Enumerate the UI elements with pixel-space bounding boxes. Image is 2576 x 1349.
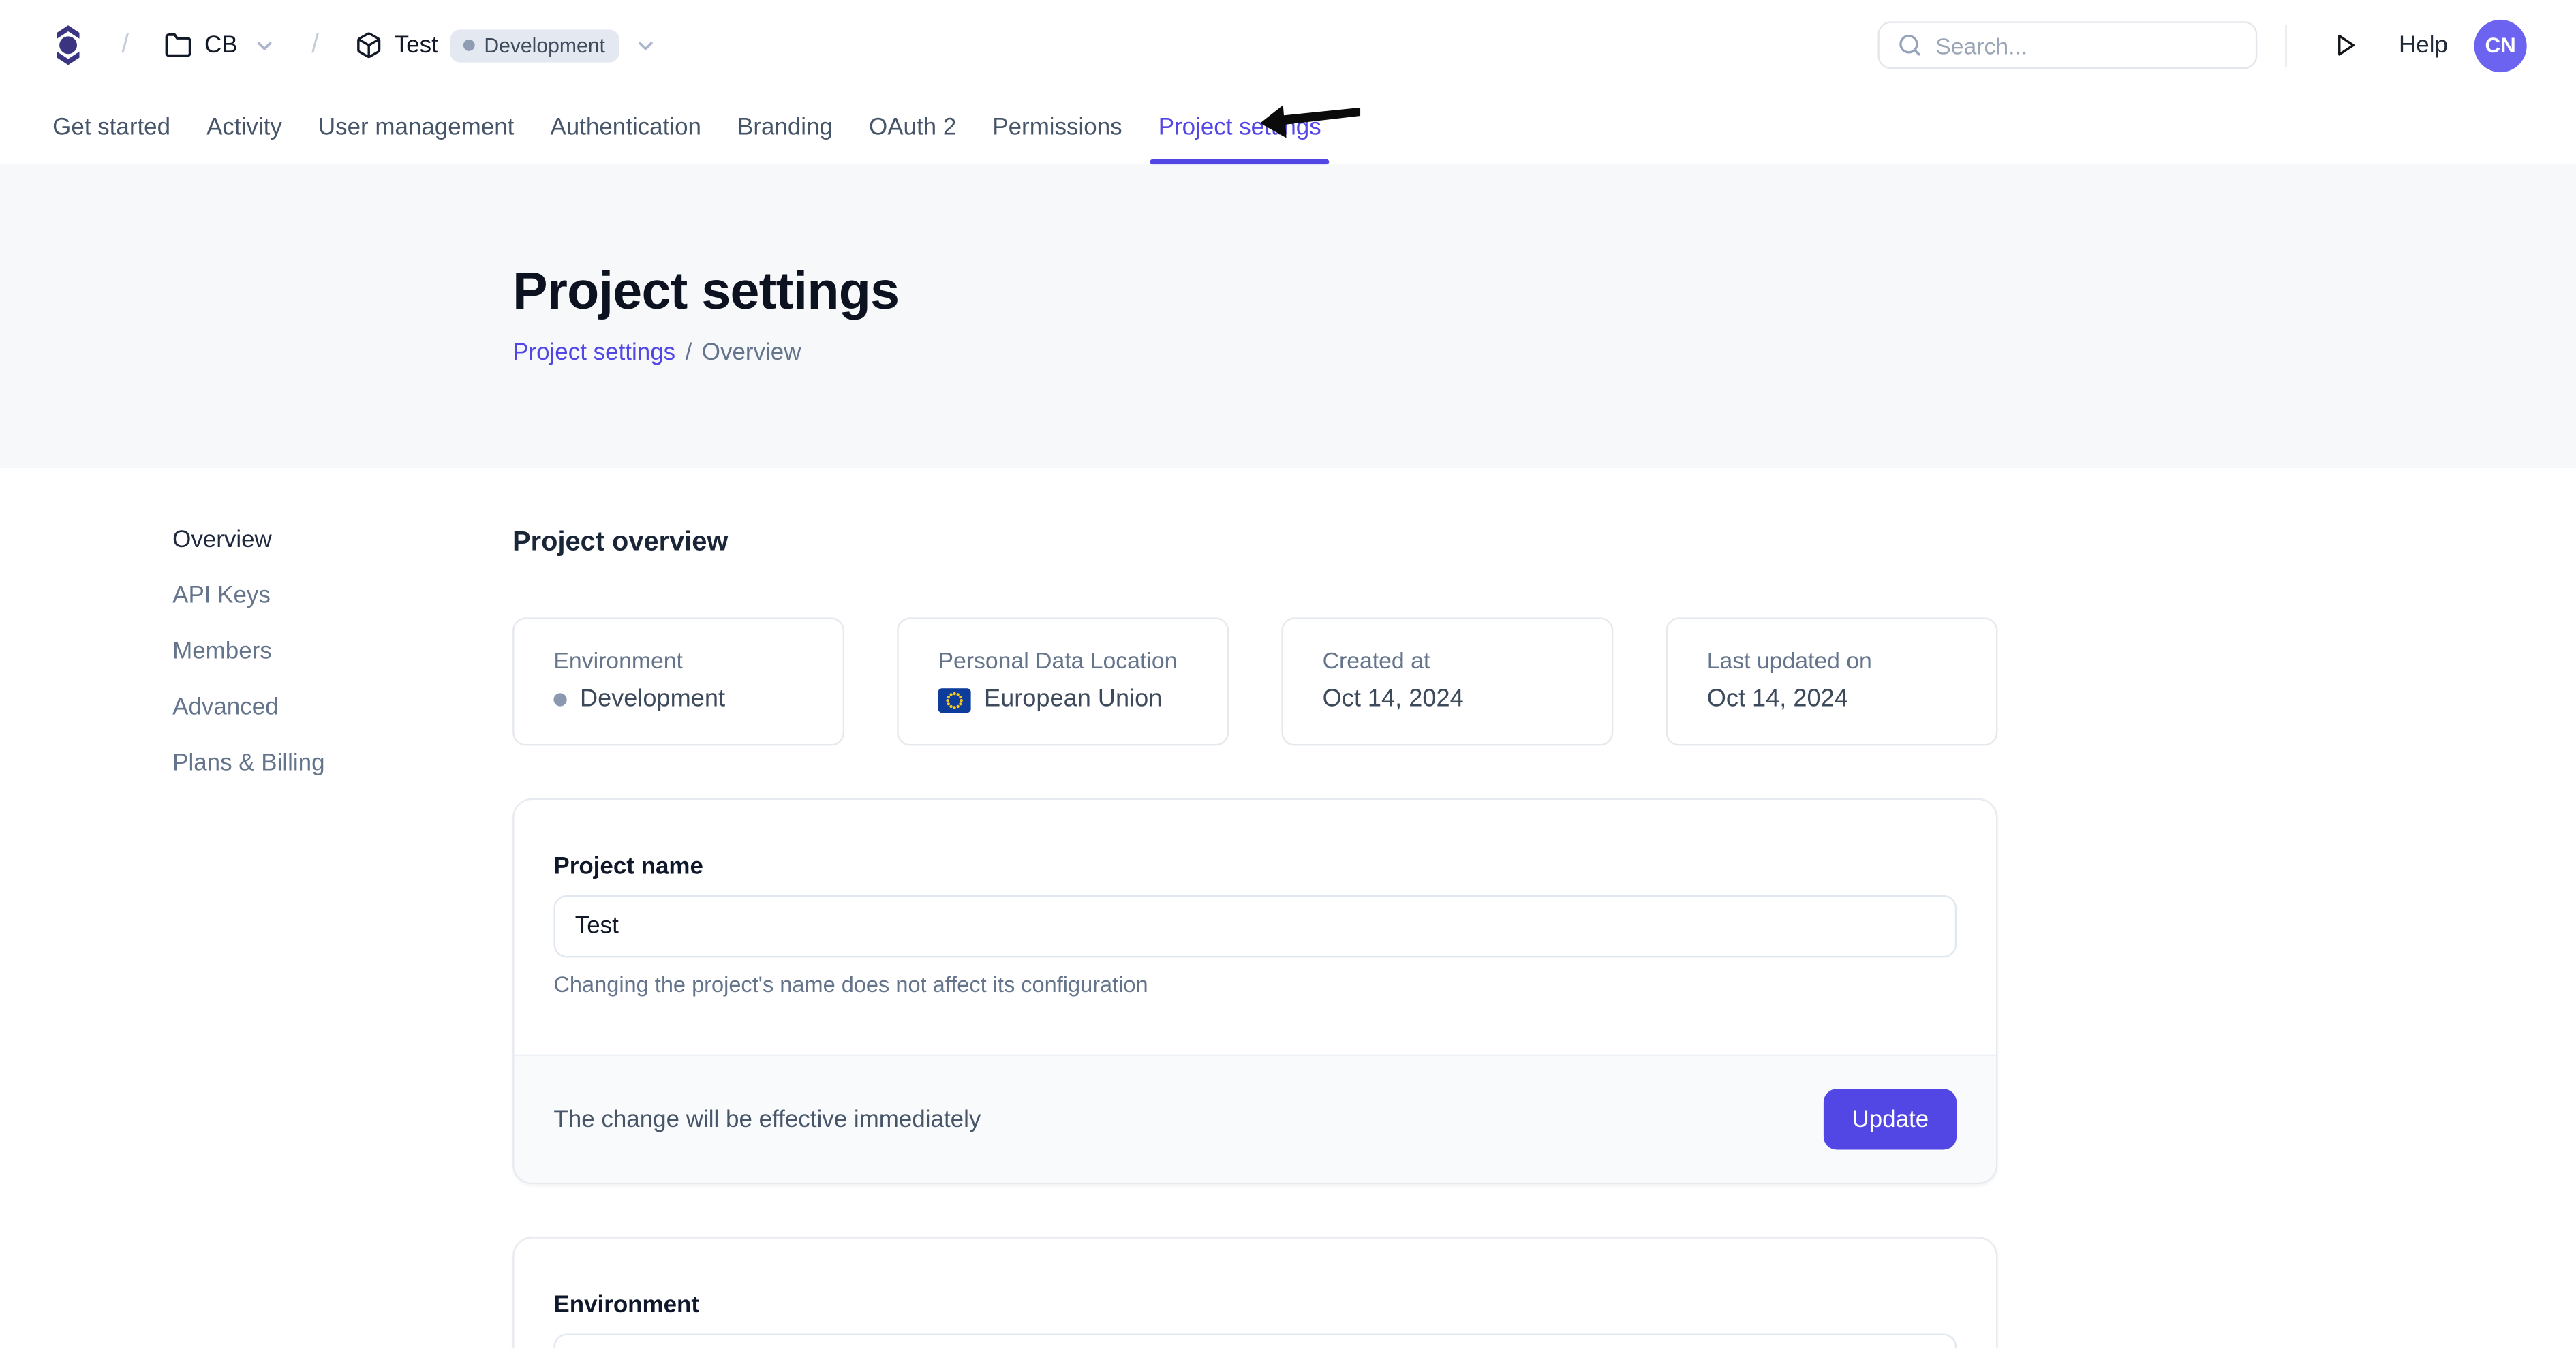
info-card-label: Environment	[553, 649, 803, 673]
section-title: Project overview	[512, 527, 1997, 559]
status-dot-icon	[463, 40, 474, 51]
environment-badge-label: Development	[484, 33, 605, 57]
breadcrumb-separator: /	[686, 340, 692, 367]
info-card-value: Development	[553, 687, 803, 713]
info-card-value-text: Oct 14, 2024	[1323, 687, 1464, 713]
tab-get-started[interactable]: Get started	[51, 91, 172, 164]
tab-activity[interactable]: Activity	[205, 91, 284, 164]
tab-project-settings[interactable]: Project settings	[1156, 91, 1323, 164]
info-card-environment: Environment Development	[512, 617, 844, 745]
top-bar-actions: Help CN	[1878, 19, 2527, 72]
environment-card-body: Environment Development	[515, 1239, 1996, 1349]
project-name-card-footer: The change will be effective immediately…	[515, 1055, 1996, 1183]
project-name-card: Project name Changing the project's name…	[512, 798, 1997, 1185]
project-name-helper-text: Changing the project's name does not aff…	[553, 972, 1957, 997]
tab-authentication[interactable]: Authentication	[549, 91, 703, 164]
info-card-value-text: European Union	[984, 687, 1162, 713]
content-area: Overview API Keys Members Advanced Plans…	[0, 468, 2576, 1349]
info-card-created-at: Created at Oct 14, 2024	[1281, 617, 1613, 745]
play-icon	[2331, 31, 2359, 59]
project-name: Test	[395, 32, 438, 59]
tab-branding[interactable]: Branding	[736, 91, 835, 164]
info-card-value-text: Development	[580, 687, 725, 713]
sidebar-item-advanced[interactable]: Advanced	[172, 695, 512, 722]
org-name: CB	[204, 32, 238, 59]
update-button[interactable]: Update	[1824, 1089, 1957, 1149]
sidebar-item-members[interactable]: Members	[172, 639, 512, 666]
chevron-down-icon	[252, 33, 275, 57]
info-card-label: Personal Data Location	[938, 649, 1188, 673]
breadcrumb-current: Overview	[702, 340, 801, 367]
footer-note: The change will be effective immediately	[553, 1106, 981, 1133]
main-nav-tabs: Get started Activity User management Aut…	[0, 91, 2576, 164]
project-name-card-body: Project name Changing the project's name…	[515, 800, 1996, 1055]
package-icon	[355, 31, 383, 59]
info-card-value: Oct 14, 2024	[1707, 687, 1957, 713]
breadcrumb-separator: /	[121, 31, 129, 60]
project-breadcrumb-button[interactable]: Test Development	[355, 29, 658, 61]
tab-user-management[interactable]: User management	[316, 91, 515, 164]
chevron-down-icon	[634, 33, 658, 57]
sidebar-item-plans-billing[interactable]: Plans & Billing	[172, 751, 512, 777]
settings-sidebar: Overview API Keys Members Advanced Plans…	[172, 527, 512, 1349]
info-card-label: Last updated on	[1707, 649, 1957, 673]
hanko-logo-icon[interactable]	[51, 20, 86, 71]
info-card-value-text: Oct 14, 2024	[1707, 687, 1848, 713]
help-link[interactable]: Help	[2399, 32, 2448, 59]
search-box[interactable]	[1878, 21, 2258, 69]
run-button[interactable]	[2331, 31, 2359, 59]
info-card-label: Created at	[1323, 649, 1572, 673]
page-title: Project settings	[512, 261, 2576, 322]
org-breadcrumb-button[interactable]: CB	[165, 31, 275, 59]
top-bar: / CB / Test Development	[0, 0, 2576, 91]
search-icon	[1898, 33, 1922, 57]
environment-select[interactable]: Development	[553, 1334, 1957, 1349]
sidebar-item-overview[interactable]: Overview	[172, 527, 512, 554]
environment-label: Environment	[553, 1294, 1957, 1319]
eu-flag-icon	[938, 687, 971, 712]
sidebar-item-api-keys[interactable]: API Keys	[172, 583, 512, 610]
project-name-input[interactable]	[553, 895, 1957, 958]
environment-badge: Development	[450, 29, 620, 61]
main-panel: Project overview Environment Development…	[512, 527, 1997, 1349]
search-input[interactable]	[1922, 32, 2239, 59]
status-dot-icon	[553, 693, 566, 706]
tab-permissions[interactable]: Permissions	[991, 91, 1124, 164]
app-window: / CB / Test Development	[0, 0, 2576, 1349]
tab-oauth-2[interactable]: OAuth 2	[868, 91, 958, 164]
info-cards-row: Environment Development Personal Data Lo…	[512, 617, 1997, 745]
info-card-value: European Union	[938, 687, 1188, 713]
avatar[interactable]: CN	[2474, 19, 2527, 72]
folder-icon	[165, 31, 193, 59]
workspace-breadcrumb: / CB / Test Development	[51, 20, 658, 71]
breadcrumb-separator: /	[311, 31, 319, 60]
info-card-data-location: Personal Data Location European Union	[897, 617, 1229, 745]
breadcrumb: Project settings / Overview	[512, 340, 2576, 367]
breadcrumb-link-project-settings[interactable]: Project settings	[512, 340, 675, 367]
page-header: Project settings Project settings / Overvi…	[0, 164, 2576, 468]
environment-card: Environment Development	[512, 1237, 1997, 1349]
info-card-last-updated: Last updated on Oct 14, 2024	[1666, 617, 1997, 745]
header-divider	[2286, 24, 2287, 67]
info-card-value: Oct 14, 2024	[1323, 687, 1572, 713]
project-name-label: Project name	[553, 856, 1957, 880]
